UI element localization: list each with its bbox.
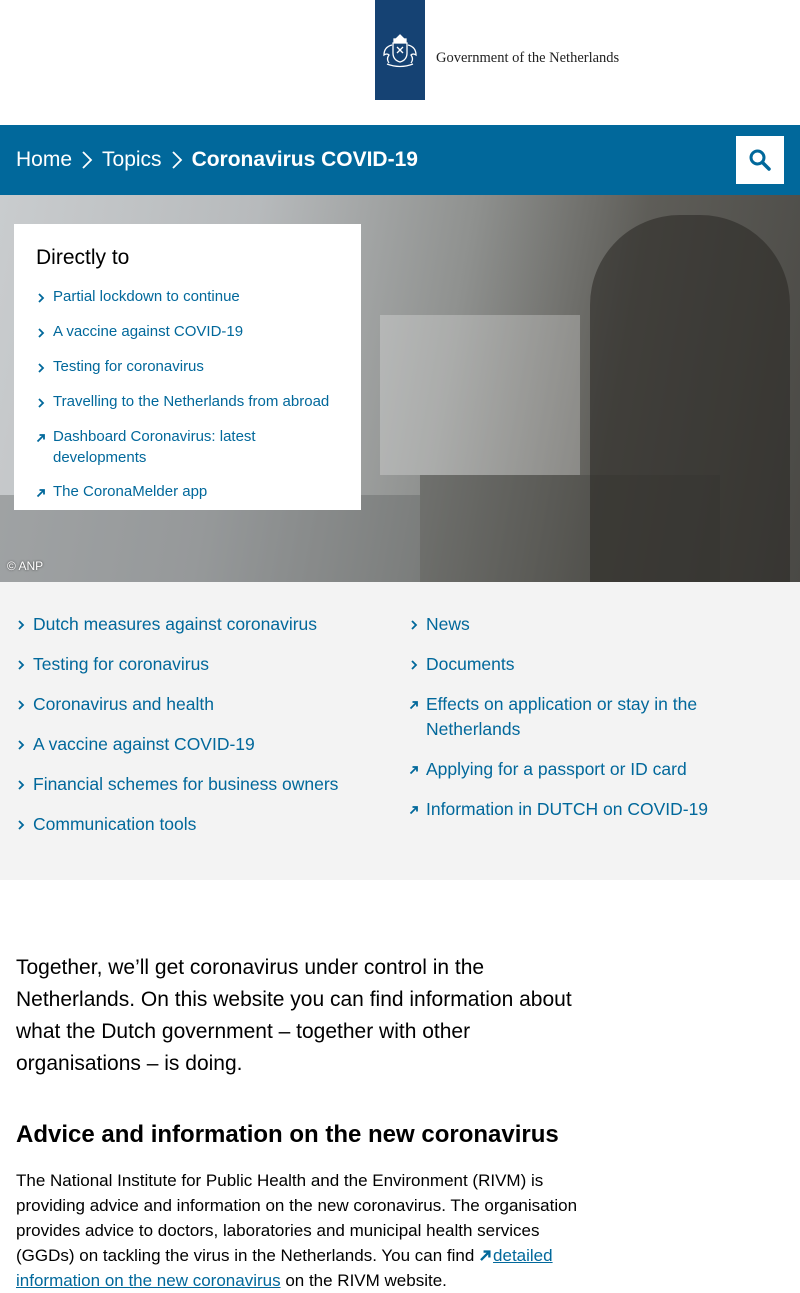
quick-link-item-link[interactable]: Dutch measures against coronavirus (33, 612, 317, 637)
chevron-right-icon (409, 612, 426, 635)
quick-link-item-link[interactable]: Financial schemes for business owners (33, 772, 338, 797)
breadcrumb-topics[interactable]: Topics (102, 148, 162, 172)
directly-to-item: Partial lockdown to continue (36, 286, 339, 308)
directly-to-item: Travelling to the Netherlands from abroa… (36, 391, 339, 413)
directly-to-item-link[interactable]: Partial lockdown to continue (53, 286, 240, 307)
quick-link-item: Documents (409, 652, 709, 677)
government-logo[interactable] (375, 0, 425, 100)
advice-text-end: on the RIVM website. (280, 1271, 447, 1290)
chevron-right-icon (38, 398, 45, 408)
chevron-right-icon (18, 740, 25, 750)
quick-link-item-link[interactable]: Coronavirus and health (33, 692, 214, 717)
directly-to-item-link[interactable]: The CoronaMelder app (53, 481, 207, 502)
quick-link-item: Information in DUTCH on COVID-19 (409, 797, 709, 822)
chevron-right-icon (16, 612, 33, 635)
quick-link-item-link[interactable]: Documents (426, 652, 515, 677)
chevron-right-icon (16, 652, 33, 675)
external-link-icon (409, 701, 418, 710)
directly-to-item-link[interactable]: A vaccine against COVID-19 (53, 321, 243, 342)
external-link-icon (36, 426, 53, 448)
advice-paragraph: The National Institute for Public Health… (16, 1168, 591, 1293)
quick-link-item: Applying for a passport or ID card (409, 757, 709, 782)
directly-to-item: Dashboard Coronavirus: latest developmen… (36, 426, 339, 468)
quick-link-item-link[interactable]: News (426, 612, 470, 637)
chevron-right-icon (38, 328, 45, 338)
external-link-icon (480, 1250, 491, 1261)
directly-to-panel: Directly to Partial lockdown to continue… (14, 224, 361, 510)
directly-to-item: Testing for coronavirus (36, 356, 339, 378)
quick-link-item: Effects on application or stay in the Ne… (409, 692, 709, 742)
directly-to-item: The CoronaMelder app (36, 481, 339, 503)
directly-to-title: Directly to (36, 246, 130, 269)
directly-to-item-link[interactable]: Dashboard Coronavirus: latest developmen… (53, 426, 339, 468)
chevron-right-icon (36, 391, 53, 413)
external-link-icon (409, 757, 426, 780)
quick-link-item-link[interactable]: A vaccine against COVID-19 (33, 732, 255, 757)
chevron-right-icon (409, 652, 426, 675)
advice-heading: Advice and information on the new corona… (16, 1121, 559, 1148)
quick-link-item: Financial schemes for business owners (16, 772, 386, 797)
quick-link-item-link[interactable]: Testing for coronavirus (33, 652, 209, 677)
quick-link-item: Coronavirus and health (16, 692, 386, 717)
quick-link-item: News (409, 612, 709, 637)
quick-links-section: Dutch measures against coronavirus Testin… (0, 582, 800, 880)
chevron-right-icon (36, 356, 53, 378)
quick-links-left-column: Dutch measures against coronavirus Testin… (16, 612, 386, 852)
quick-link-item-link[interactable]: Effects on application or stay in the Ne… (426, 692, 709, 742)
intro-text: Together, we’ll get coronavirus under co… (16, 956, 572, 1075)
chevron-right-icon (18, 700, 25, 710)
chevron-right-icon (18, 660, 25, 670)
royal-coat-of-arms-icon (383, 34, 417, 68)
external-link-icon (409, 806, 418, 815)
chevron-right-icon (411, 660, 418, 670)
photo-credit: © ANP (7, 559, 44, 573)
quick-link-item-link[interactable]: Applying for a passport or ID card (426, 757, 687, 782)
external-link-icon (36, 481, 53, 503)
external-link-icon (409, 797, 426, 820)
chevron-right-icon (16, 772, 33, 795)
chevron-right-icon (18, 780, 25, 790)
chevron-right-icon (18, 620, 25, 630)
quick-link-item: A vaccine against COVID-19 (16, 732, 386, 757)
external-link-icon (36, 489, 45, 498)
quick-link-item: Communication tools (16, 812, 386, 837)
government-name: Government of the Netherlands (436, 50, 620, 66)
quick-links-right-column: News Documents Effects on application or s… (409, 612, 709, 837)
chevron-right-icon (72, 125, 102, 195)
chevron-right-icon (16, 812, 33, 835)
breadcrumb-bar: Home Topics Coronavirus COVID-19 (0, 125, 800, 195)
search-icon (749, 149, 771, 171)
quick-link-item: Dutch measures against coronavirus (16, 612, 386, 637)
chevron-right-icon (18, 820, 25, 830)
quick-link-item: Testing for coronavirus (16, 652, 386, 677)
directly-to-item: A vaccine against COVID-19 (36, 321, 339, 343)
external-link-icon (409, 692, 426, 715)
site-header: Government of the Netherlands (0, 0, 800, 125)
chevron-right-icon (36, 321, 53, 343)
external-link-icon (36, 434, 45, 443)
hero-image-person (590, 215, 790, 582)
directly-to-item-link[interactable]: Travelling to the Netherlands from abroa… (53, 391, 329, 412)
chevron-right-icon (36, 286, 53, 308)
chevron-right-icon (38, 363, 45, 373)
chevron-right-icon (16, 732, 33, 755)
directly-to-item-link[interactable]: Testing for coronavirus (53, 356, 204, 377)
chevron-right-icon (16, 692, 33, 715)
breadcrumb-home[interactable]: Home (16, 148, 72, 172)
quick-link-item-link[interactable]: Information in DUTCH on COVID-19 (426, 797, 708, 822)
breadcrumb-current: Coronavirus COVID-19 (191, 148, 418, 171)
chevron-right-icon (162, 125, 192, 195)
hero-image-detail (380, 315, 580, 475)
hero-banner: Directly to Partial lockdown to continue… (0, 195, 800, 582)
search-button[interactable] (736, 136, 784, 184)
quick-link-item-link[interactable]: Communication tools (33, 812, 196, 837)
external-link-icon (409, 766, 418, 775)
breadcrumb: Home Topics Coronavirus COVID-19 (16, 125, 418, 195)
directly-to-list: Partial lockdown to continue A vaccine ag… (36, 286, 339, 503)
chevron-right-icon (38, 293, 45, 303)
chevron-right-icon (411, 620, 418, 630)
